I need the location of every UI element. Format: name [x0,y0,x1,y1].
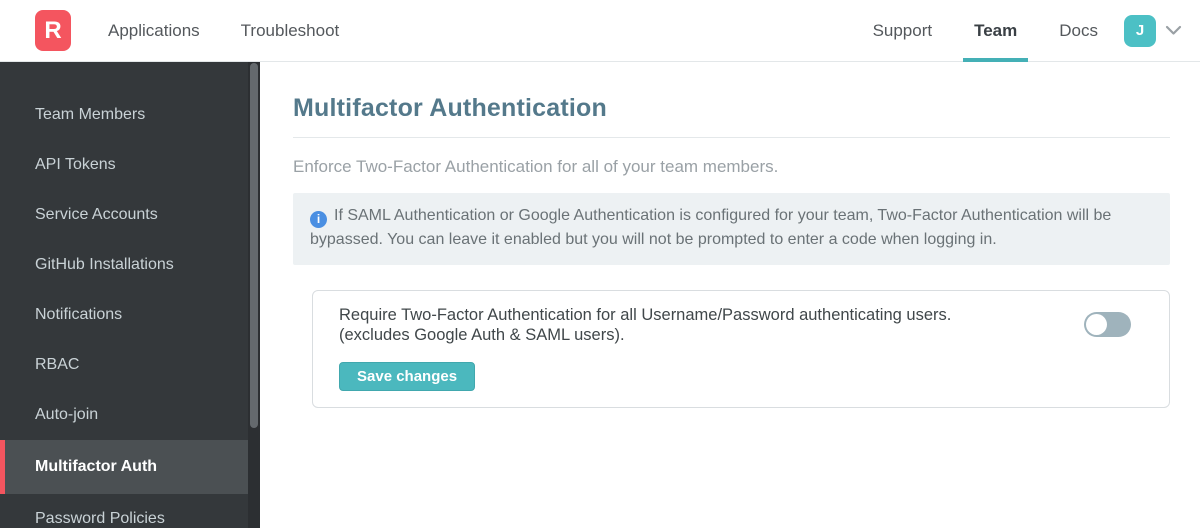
nav-item-support[interactable]: Support [873,0,933,62]
two-factor-exclusion-text: (excludes Google Auth & SAML users). [339,326,625,345]
two-factor-toggle[interactable] [1084,312,1131,338]
toggle-knob-icon [1086,314,1107,336]
sidebar-item-api-tokens[interactable]: API Tokens [0,140,248,190]
sidebar-item-password-policies[interactable]: Password Policies [0,494,248,528]
rollbar-logo-icon[interactable]: R [35,10,71,51]
sidebar-scrollbar-thumb[interactable] [250,63,258,428]
title-divider [293,137,1170,139]
page-title: Multifactor Authentication [293,94,607,122]
sidebar-item-github-installations[interactable]: GitHub Installations [0,240,248,290]
top-navbar: R Applications Troubleshoot Support Team… [0,0,1200,62]
sidebar-item-auto-join[interactable]: Auto-join [0,390,248,440]
main-content: Multifactor Authentication Enforce Two-F… [260,62,1200,528]
page-description: Enforce Two-Factor Authentication for al… [293,157,779,177]
sidebar-item-rbac[interactable]: RBAC [0,340,248,390]
two-factor-settings-card: Require Two-Factor Authentication for al… [312,290,1170,409]
sidebar-item-service-accounts[interactable]: Service Accounts [0,190,248,240]
sidebar-item-team-members[interactable]: Team Members [0,90,248,140]
settings-sidebar: Team Members API Tokens Service Accounts… [0,62,260,528]
info-icon: i [310,210,327,228]
save-changes-button[interactable]: Save changes [339,362,476,392]
secondary-nav: Support Team Docs [873,0,1098,62]
user-menu: J [1124,14,1182,47]
info-banner: i If SAML Authentication or Google Authen… [293,193,1170,266]
sidebar-item-multifactor-auth[interactable]: Multifactor Auth [0,440,248,494]
nav-item-troubleshoot[interactable]: Troubleshoot [241,0,340,62]
sidebar-item-notifications[interactable]: Notifications [0,290,248,340]
nav-item-applications[interactable]: Applications [108,0,200,62]
nav-item-docs[interactable]: Docs [1059,0,1098,62]
two-factor-requirement-text: Require Two-Factor Authentication for al… [339,306,952,325]
sidebar-nav: Team Members API Tokens Service Accounts… [0,62,260,528]
primary-nav: Applications Troubleshoot [108,0,339,62]
info-banner-text: If SAML Authentication or Google Authent… [310,207,1112,249]
avatar[interactable]: J [1124,14,1156,47]
chevron-down-icon[interactable] [1165,25,1182,36]
nav-item-team[interactable]: Team [963,0,1029,62]
